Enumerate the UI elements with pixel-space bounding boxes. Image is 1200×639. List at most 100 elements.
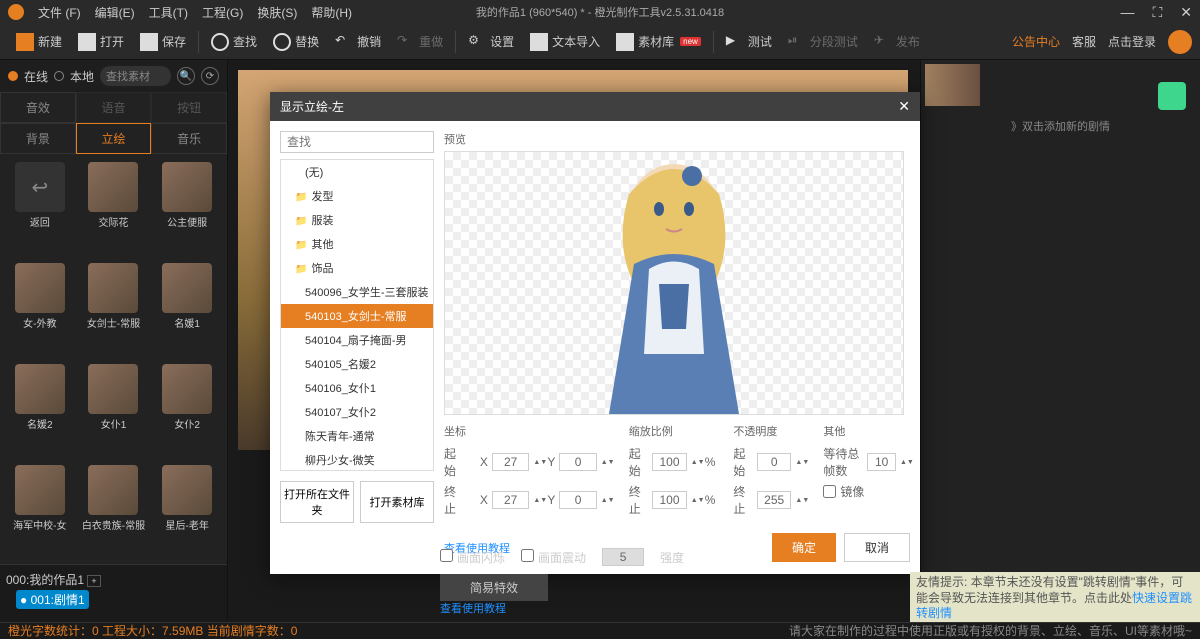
tab-sprite[interactable]: 立绘 [76,123,152,154]
tab-voice[interactable]: 语音 [76,92,152,123]
tree-item[interactable]: (无) [281,160,433,184]
menu-project[interactable]: 工程(G) [202,4,243,21]
tree-item[interactable]: 540105_名媛2 [281,352,433,376]
tree-item[interactable]: 540104_扇子掩面-男 [281,328,433,352]
status-left: 橙光字数统计：0 工程大小：7.59MB 当前剧情字数：0 [8,622,297,639]
tool-undo[interactable]: ↶撤销 [327,24,389,59]
tree-folder[interactable]: 饰品 [281,256,433,280]
coord-x1-input[interactable]: 27 [492,453,529,471]
minimize-icon[interactable]: — [1120,4,1134,20]
window-title: 我的作品1 (960*540) * - 橙光制作工具v2.5.31.0418 [476,4,724,20]
tool-save[interactable]: 保存 [132,24,194,59]
dialog-search-input[interactable] [280,131,434,153]
tool-publish[interactable]: ✈发布 [866,24,928,59]
scene-thumb[interactable] [925,64,980,106]
coord-x2-input[interactable]: 27 [492,491,529,509]
asset-search-input[interactable]: 查找素材 [100,66,171,86]
tree-item[interactable]: 柳丹少女-微笑 [281,448,433,471]
app-logo-icon [8,4,24,20]
ok-button[interactable]: 确定 [772,533,836,562]
tree-item-selected[interactable]: 540103_女剑士-常服 [281,304,433,328]
link-login[interactable]: 点击登录 [1108,33,1156,50]
statusbar: 橙光字数统计：0 工程大小：7.59MB 当前剧情字数：0 请大家在制作的过程中… [0,622,1200,638]
other-head: 其他 [823,423,910,439]
coord-y1-input[interactable]: 0 [559,453,596,471]
tree-item[interactable]: 540106_女仆1 [281,376,433,400]
dialog-close-icon[interactable]: ✕ [898,98,910,115]
tab-button[interactable]: 按钮 [151,92,227,123]
tree-item[interactable]: 陈天青年-通常 [281,424,433,448]
tool-import-text[interactable]: 文本导入 [522,24,608,59]
add-scene-hint[interactable]: 》双击添加新的剧情 [921,110,1200,142]
menu-help[interactable]: 帮助(H) [311,4,352,21]
asset-grid: ↩返回 交际花 公主便服 女-外教 女剑士-常服 名媛1 名媛2 女仆1 女仆2… [0,154,227,564]
fx-tutorial-link[interactable]: 查看使用教程 [440,600,506,616]
tree-folder[interactable]: 其他 [281,232,433,256]
tool-find[interactable]: 查找 [203,24,265,59]
avatar-icon[interactable] [1168,30,1192,54]
tool-settings[interactable]: ⚙设置 [460,24,522,59]
tree-item[interactable]: 540107_女仆2 [281,400,433,424]
tree-item[interactable]: 540096_女学生-三套服装 [281,280,433,304]
strength-input[interactable]: 5 [602,548,644,566]
tool-test[interactable]: ▶测试 [718,24,780,59]
share-icon[interactable] [1158,82,1186,110]
flash-checkbox[interactable]: 画面闪烁 [440,549,505,566]
link-service[interactable]: 客服 [1072,33,1096,50]
opacity-start-input[interactable]: 0 [757,453,792,471]
tool-open[interactable]: 打开 [70,24,132,59]
asset-item[interactable]: 女仆1 [78,360,150,459]
tool-redo[interactable]: ↷重做 [389,24,451,59]
shake-checkbox[interactable]: 画面震动 [521,549,586,566]
tree-scene[interactable]: ● 001:剧情1 [16,590,89,609]
radio-online[interactable] [8,71,18,81]
opacity-end-input[interactable]: 255 [757,491,792,509]
tab-sfx[interactable]: 音效 [0,92,76,123]
tab-bg[interactable]: 背景 [0,123,76,154]
tool-replace[interactable]: 替换 [265,24,327,59]
menu-skin[interactable]: 换肤(S) [257,4,297,21]
asset-item[interactable]: 海军中校-女 [4,461,76,560]
tool-test-segment[interactable]: ⏯分段测试 [780,24,866,59]
scale-end-input[interactable]: 100 [652,491,687,509]
menu-tools[interactable]: 工具(T) [149,4,188,21]
open-folder-button[interactable]: 打开所在文件夹 [280,481,354,523]
wait-frames-input[interactable]: 10 [867,453,896,471]
timeline-panel: 》双击添加新的剧情 [920,60,1200,620]
tool-assets[interactable]: 素材库new [608,24,709,59]
menubar: 文件 (F) 编辑(E) 工具(T) 工程(G) 换肤(S) 帮助(H) 我的作… [0,0,1200,24]
tree-folder[interactable]: 发型 [281,184,433,208]
asset-back[interactable]: ↩返回 [4,158,76,257]
cancel-button[interactable]: 取消 [844,533,910,562]
search-icon[interactable]: 🔍 [177,67,195,85]
sprite-tree: (无) 发型 服装 其他 饰品 540096_女学生-三套服装 540103_女… [280,159,434,471]
coord-y2-input[interactable]: 0 [559,491,596,509]
refresh-icon[interactable]: ⟳ [201,67,219,85]
tree-folder[interactable]: 服装 [281,208,433,232]
asset-item[interactable]: 公主便服 [151,158,223,257]
tool-new[interactable]: 新建 [8,24,70,59]
asset-item[interactable]: 女-外教 [4,259,76,358]
asset-item[interactable]: 交际花 [78,158,150,257]
menu-file[interactable]: 文件 (F) [38,4,81,21]
asset-item[interactable]: 星后-老年 [151,461,223,560]
tree-root[interactable]: 000:我的作品1 + [6,569,221,590]
close-icon[interactable]: ✕ [1180,4,1192,21]
asset-item[interactable]: 女仆2 [151,360,223,459]
open-assets-button[interactable]: 打开素材库 [360,481,434,523]
label-local: 本地 [70,68,94,85]
simple-fx-button[interactable]: 简易特效 [440,574,548,601]
asset-item[interactable]: 女剑士-常服 [78,259,150,358]
asset-panel: 在线 本地 查找素材 🔍 ⟳ 音效 语音 按钮 背景 立绘 音乐 ↩返回 交际花… [0,60,228,620]
mirror-checkbox[interactable] [823,485,836,498]
radio-local[interactable] [54,71,64,81]
asset-item[interactable]: 白衣贵族-常服 [78,461,150,560]
maximize-icon[interactable]: ⛶ [1152,4,1162,21]
asset-item[interactable]: 名媛1 [151,259,223,358]
effect-options: 画面闪烁 画面震动 5 强度 [440,548,684,566]
menu-edit[interactable]: 编辑(E) [95,4,135,21]
tab-music[interactable]: 音乐 [151,123,227,154]
link-announce[interactable]: 公告中心 [1012,33,1060,50]
asset-item[interactable]: 名媛2 [4,360,76,459]
scale-start-input[interactable]: 100 [652,453,687,471]
